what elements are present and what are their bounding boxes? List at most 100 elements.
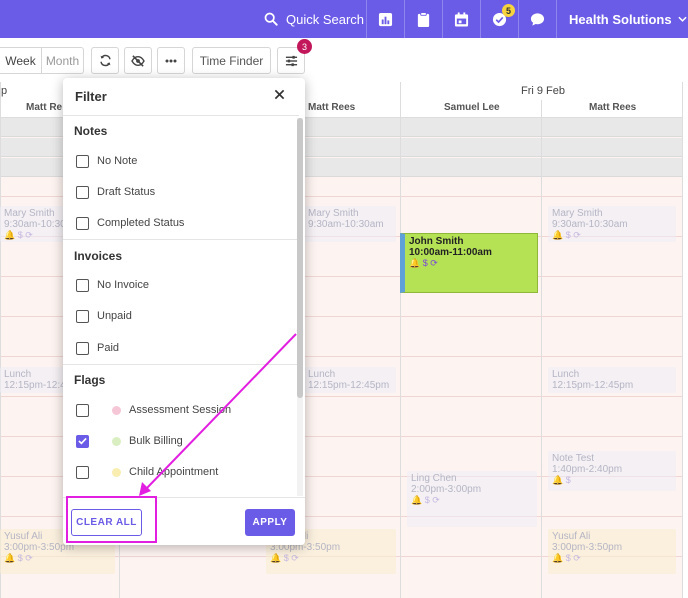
- appointment-status-icons: 🔔 $ ⟳: [552, 230, 581, 240]
- appointment-lunch[interactable]: Lunch 12:15pm-12:45pm: [304, 367, 396, 393]
- clipboard-button[interactable]: [404, 0, 442, 38]
- checkbox[interactable]: [76, 154, 89, 168]
- organization-menu[interactable]: Health Solutions: [556, 0, 688, 38]
- appointment-status-icons: 🔔 $: [552, 475, 571, 485]
- hide-toggle-button[interactable]: [124, 47, 152, 74]
- quick-search-button[interactable]: Quick Search: [256, 0, 366, 38]
- filter-option-completed-status[interactable]: Completed Status: [76, 216, 184, 230]
- refresh-icon: [99, 54, 111, 67]
- filter-option-unpaid[interactable]: Unpaid: [76, 309, 132, 323]
- appointment-note-test[interactable]: Note Test 1:40pm-2:40pm 🔔 $: [548, 451, 676, 491]
- resource-header-mid: Matt Rees: [308, 102, 356, 113]
- option-label: Child Appointment: [129, 466, 219, 478]
- day-header-fri: Fri 9 Feb: [521, 85, 566, 97]
- appointment-john-smith[interactable]: John Smith 10:00am-11:00am 🔔 $ ⟳: [400, 233, 538, 293]
- option-label: Paid: [97, 342, 120, 354]
- view-switcher: Week Month: [0, 47, 84, 74]
- appointment-name: Yusuf Ali: [552, 531, 591, 542]
- appointment-name: John Smith: [409, 236, 464, 247]
- month-view-button[interactable]: Month: [42, 48, 83, 73]
- option-label: No Note: [97, 155, 138, 167]
- filter-option-child-appointment[interactable]: Child Appointment: [76, 465, 218, 479]
- appointment-mary-smith[interactable]: Mary Smith 9:30am-10:30am: [304, 206, 396, 242]
- tasks-button[interactable]: 5: [480, 0, 518, 38]
- time-finder-button[interactable]: Time Finder: [192, 47, 271, 74]
- appointment-time: 3:00pm-3:50pm: [552, 542, 623, 553]
- option-label: Assessment Session: [129, 404, 232, 416]
- search-icon: [264, 12, 278, 26]
- appointment-time: 9:30am-10:30am: [552, 219, 628, 230]
- quick-search-label: Quick Search: [286, 11, 365, 27]
- resource-header-samuel: Samuel Lee: [444, 102, 500, 113]
- scrollbar-thumb[interactable]: [297, 118, 303, 398]
- appointment-time: 1:40pm-2:40pm: [552, 464, 623, 475]
- more-options-button[interactable]: [157, 47, 185, 74]
- appointment-mary-smith[interactable]: Mary Smith 9:30am-10:30am 🔔 $ ⟳: [548, 206, 676, 242]
- option-label: Draft Status: [97, 186, 156, 198]
- filter-count-badge: 3: [297, 39, 312, 54]
- appointment-name: Mary Smith: [552, 208, 603, 219]
- check-icon: [78, 437, 87, 445]
- appointment-name: Mary Smith: [308, 208, 359, 219]
- chat-icon: [530, 12, 545, 26]
- filter-option-draft-status[interactable]: Draft Status: [76, 185, 155, 199]
- flags-section-title: Flags: [74, 373, 106, 387]
- filter-option-paid[interactable]: Paid: [76, 341, 119, 355]
- day-header-partial: p: [1, 85, 8, 97]
- sliders-icon: [285, 55, 297, 66]
- checkbox[interactable]: [76, 185, 89, 199]
- appointment-time: 9:30am-10:30am: [308, 219, 384, 230]
- option-label: Completed Status: [97, 217, 185, 229]
- filter-panel: Filter Notes No Note Draft Status Comple…: [63, 78, 305, 545]
- checkbox[interactable]: [76, 309, 89, 323]
- checkbox[interactable]: [76, 341, 89, 355]
- tasks-count-badge: 5: [502, 4, 515, 17]
- checkbox[interactable]: [76, 465, 89, 479]
- filter-option-assessment-session[interactable]: Assessment Session: [76, 403, 231, 417]
- appointment-time: 10:00am-11:00am: [409, 247, 492, 258]
- filter-option-no-note[interactable]: No Note: [76, 154, 137, 168]
- column-divider: [682, 82, 683, 598]
- apply-button[interactable]: APPLY: [245, 509, 295, 536]
- appointment-name: Note Test: [552, 453, 595, 464]
- appointment-status-icons: 🔔 $ ⟳: [270, 553, 299, 563]
- checkbox[interactable]: [76, 216, 89, 230]
- clipboard-icon: [417, 11, 430, 27]
- notes-section-title: Notes: [74, 124, 108, 138]
- calendar-button[interactable]: [442, 0, 480, 38]
- appointment-lunch[interactable]: Lunch 12:15pm-12:45pm: [548, 367, 676, 393]
- appointment-status-icons: 🔔 $ ⟳: [4, 553, 33, 563]
- calendar-icon: [454, 11, 469, 27]
- ellipsis-icon: [165, 59, 177, 62]
- appointment-yusuf-ali[interactable]: Yusuf Ali 3:00pm-3:50pm 🔔 $ ⟳: [548, 529, 676, 574]
- resource-header-partial: Matt Re: [26, 102, 63, 113]
- checkbox[interactable]: [76, 403, 89, 417]
- option-label: Bulk Billing: [129, 435, 183, 447]
- appointment-time: 12:15pm-12:45pm: [308, 380, 390, 391]
- column-divider: [400, 82, 401, 598]
- divider: [63, 115, 299, 116]
- divider: [63, 239, 299, 240]
- reports-button[interactable]: [366, 0, 404, 38]
- annotation-highlight-box: [66, 496, 157, 543]
- appointment-name: Lunch: [552, 369, 580, 380]
- week-view-button[interactable]: Week: [0, 48, 42, 73]
- chat-button[interactable]: [518, 0, 556, 38]
- option-label: Unpaid: [97, 310, 132, 322]
- checkbox-checked[interactable]: [76, 434, 89, 448]
- organization-name: Health Solutions: [569, 11, 672, 27]
- top-nav-bar: Quick Search 5 Health Solutions: [0, 0, 688, 38]
- filter-option-bulk-billing[interactable]: Bulk Billing: [76, 434, 183, 448]
- filter-close-button[interactable]: [269, 84, 289, 104]
- refresh-button[interactable]: [91, 47, 119, 74]
- invoices-section-title: Invoices: [74, 249, 123, 263]
- filter-scrollbar[interactable]: [297, 118, 303, 496]
- appointment-time: 2:00pm-3:00pm: [411, 484, 482, 495]
- filter-option-no-invoice[interactable]: No Invoice: [76, 278, 149, 292]
- checkbox[interactable]: [76, 278, 89, 292]
- appointment-ling-chen[interactable]: Ling Chen 2:00pm-3:00pm 🔔 $ ⟳: [407, 471, 537, 527]
- appointment-status-icons: 🔔 $ ⟳: [409, 258, 438, 268]
- reports-icon: [378, 12, 393, 26]
- appointment-time: 12:15pm-12:45pm: [552, 380, 634, 391]
- appointment-name: Lunch: [308, 369, 336, 380]
